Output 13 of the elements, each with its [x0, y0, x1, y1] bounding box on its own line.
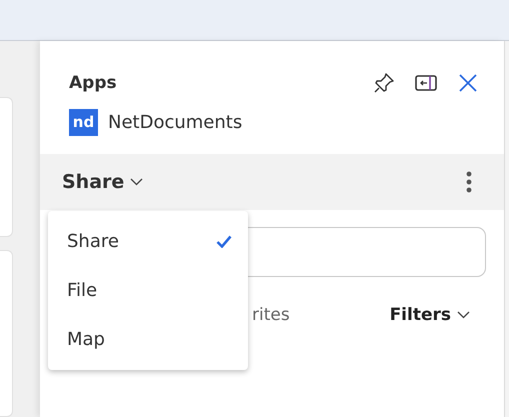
menu-item[interactable]: File	[48, 266, 248, 315]
app-name: NetDocuments	[108, 112, 242, 132]
menu-item[interactable]: Map	[48, 315, 248, 364]
chevron-icon	[457, 311, 470, 319]
filters-button[interactable]: Filters	[390, 305, 470, 325]
favorites-tab[interactable]: rites	[252, 305, 290, 325]
panel-title: Apps	[69, 73, 118, 93]
app-logo: nd	[69, 108, 98, 136]
menu-item[interactable]: Share	[48, 217, 248, 266]
mode-dropdown[interactable]: Share	[62, 171, 144, 193]
pin-icon[interactable]	[372, 71, 396, 95]
more-icon[interactable]	[466, 171, 472, 193]
chevron-icon	[130, 178, 144, 186]
